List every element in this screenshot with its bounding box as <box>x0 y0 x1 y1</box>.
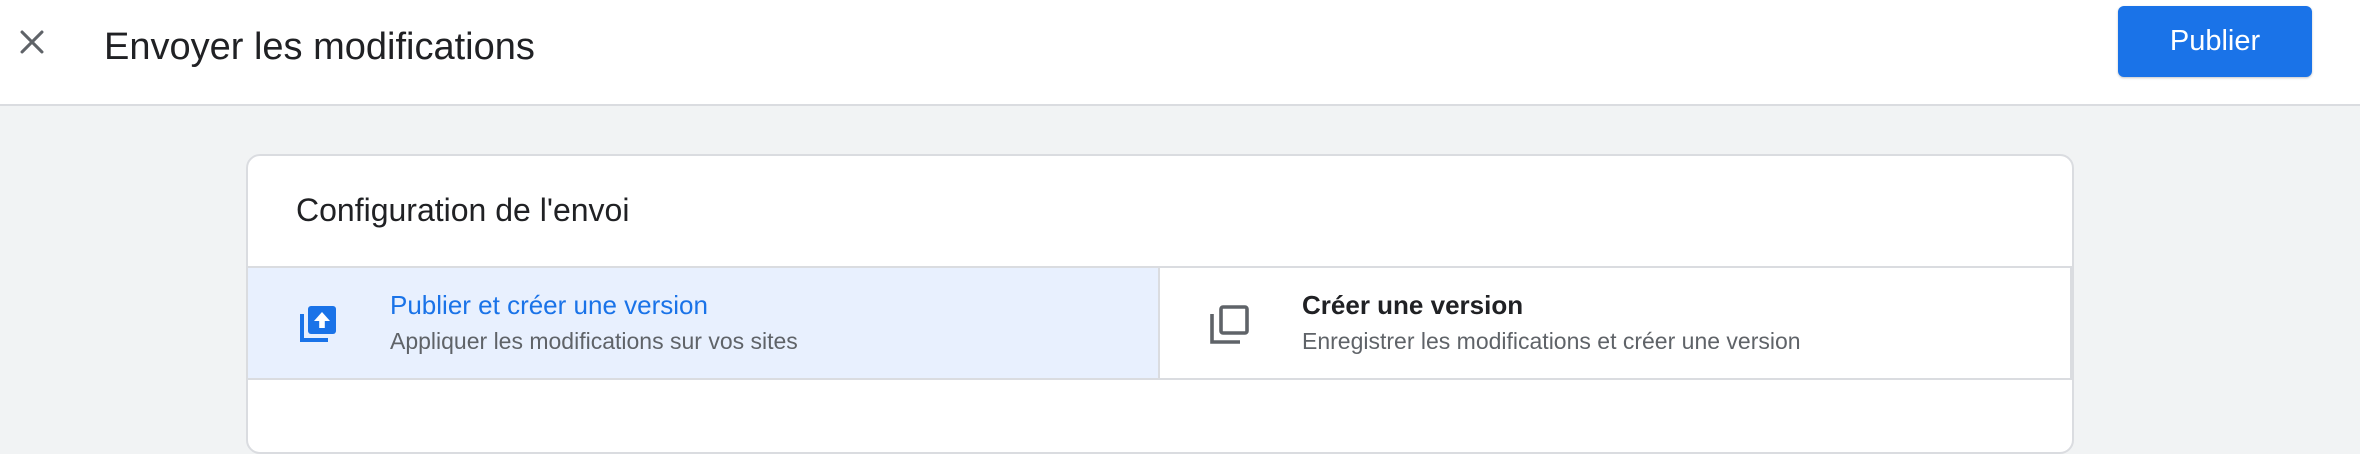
option-create-version[interactable]: Créer une version Enregistrer les modifi… <box>1160 268 2072 378</box>
close-button[interactable] <box>8 20 56 68</box>
option-subtitle: Enregistrer les modifications et créer u… <box>1302 328 1801 354</box>
submission-options: Publier et créer une version Appliquer l… <box>248 266 2072 380</box>
page-title: Envoyer les modifications <box>104 26 535 68</box>
version-icon <box>1206 300 1254 348</box>
submission-config-card: Configuration de l'envoi Publier et crée… <box>246 154 2074 454</box>
option-subtitle: Appliquer les modifications sur vos site… <box>390 328 798 354</box>
close-icon <box>15 25 49 64</box>
card-title: Configuration de l'envoi <box>296 192 630 228</box>
top-bar: Envoyer les modifications Publier <box>0 0 2360 106</box>
publish-button[interactable]: Publier <box>2118 6 2312 77</box>
option-title: Publier et créer une version <box>390 290 708 320</box>
publish-version-icon <box>294 300 342 348</box>
option-publish-and-create-version[interactable]: Publier et créer une version Appliquer l… <box>248 268 1160 378</box>
option-title: Créer une version <box>1302 290 1524 320</box>
